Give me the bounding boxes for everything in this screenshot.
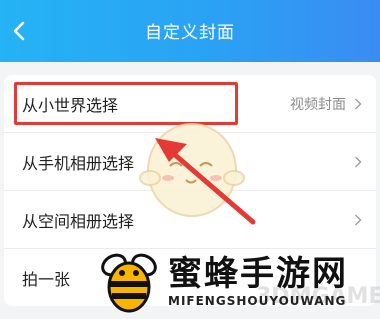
option-value: 视频封面 [290,96,346,113]
top-bar: 自定义封面 [0,0,380,62]
option-label: 从手机相册选择 [22,153,135,173]
page-title: 自定义封面 [145,23,235,43]
watermark-subtitle: MIFENGSHOUYOUWANG [168,294,347,308]
chevron-right-icon [355,98,362,109]
watermark-title: 蜜蜂手游网 [168,254,348,294]
chevron-right-icon [355,156,362,167]
bee-logo [101,253,157,313]
chevron-right-icon [355,214,362,225]
option-label: 拍一张 [22,269,71,289]
pointer-arrow [155,138,256,225]
option-label: 从空间相册选择 [22,211,135,231]
